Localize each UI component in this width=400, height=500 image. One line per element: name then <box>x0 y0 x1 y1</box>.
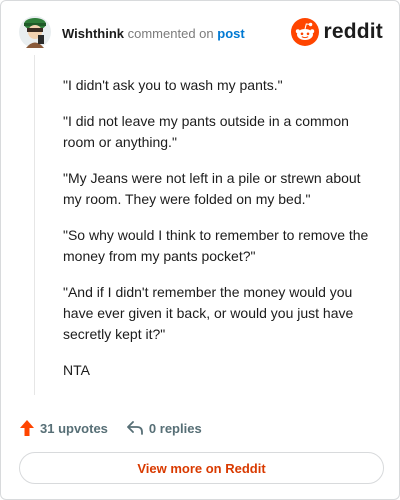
reply-button[interactable]: 0 replies <box>126 420 202 436</box>
view-more-on-reddit-button[interactable]: View more on Reddit <box>19 452 384 484</box>
author-name[interactable]: Wishthink <box>62 26 124 41</box>
post-link[interactable]: post <box>217 26 244 41</box>
comment-paragraph: "So why would I think to remember to rem… <box>63 227 369 264</box>
comment-paragraph: "And if I didn't remember the money woul… <box>63 284 354 342</box>
upvote-count: 31 upvotes <box>40 420 108 436</box>
user-avatar[interactable] <box>18 15 52 49</box>
embedded-comment-card: Wishthink commented on post reddit "I di… <box>0 0 400 500</box>
comment-actions: 31 upvotes 0 replies <box>19 417 202 439</box>
comment-header: Wishthink commented on post reddit <box>18 15 383 51</box>
reply-count: 0 replies <box>148 420 202 436</box>
comment-body: "I didn't ask you to wash my pants." "I … <box>63 75 381 396</box>
commented-on-text: commented on <box>127 26 214 41</box>
comment-paragraph: "I did not leave my pants outside in a c… <box>63 113 349 150</box>
comment-paragraph: "My Jeans were not left in a pile or str… <box>63 170 361 207</box>
thread-line <box>34 55 35 395</box>
reddit-wordmark: reddit <box>323 20 383 43</box>
reddit-logo[interactable]: reddit <box>291 18 383 46</box>
comment-byline: Wishthink commented on post <box>62 26 245 41</box>
upvote-arrow-icon <box>20 420 34 436</box>
comment-paragraph: NTA <box>63 362 90 378</box>
upvote-button[interactable]: 31 upvotes <box>19 419 108 437</box>
comment-paragraph: "I didn't ask you to wash my pants." <box>63 77 283 93</box>
reddit-snoo-icon <box>291 18 320 46</box>
reply-arrow-icon <box>127 421 143 435</box>
